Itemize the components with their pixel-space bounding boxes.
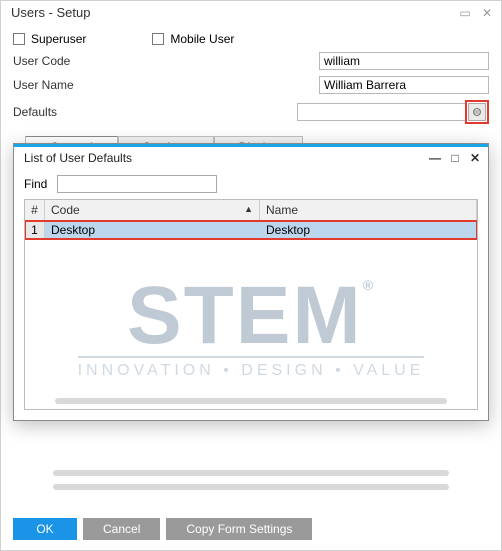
find-input[interactable] [57, 175, 217, 193]
checkbox-row: Superuser Mobile User [13, 32, 489, 46]
copy-form-settings-button[interactable]: Copy Form Settings [166, 518, 312, 540]
col-code-header[interactable]: Code ▲ [45, 200, 260, 220]
grid-header: # Code ▲ Name [25, 200, 477, 221]
usercode-label: User Code [13, 54, 133, 68]
defaults-label: Defaults [13, 105, 133, 119]
window-title: Users - Setup [11, 5, 90, 20]
defaults-grid: # Code ▲ Name 1 Desktop Desktop [24, 199, 478, 410]
usercode-row: User Code [13, 52, 489, 70]
modal-window-controls: ― □ ✕ [428, 151, 482, 165]
mobileuser-label: Mobile User [170, 32, 234, 46]
scrollbar[interactable] [53, 470, 449, 476]
username-input[interactable] [319, 76, 489, 94]
scrollbar[interactable] [55, 398, 447, 404]
modal-title: List of User Defaults [24, 151, 132, 165]
checkbox-icon [13, 33, 25, 45]
username-label: User Name [13, 78, 133, 92]
superuser-checkbox-wrap[interactable]: Superuser [13, 32, 86, 46]
col-name-header[interactable]: Name [260, 200, 477, 220]
sort-asc-icon: ▲ [244, 204, 253, 214]
find-row: Find [24, 175, 478, 193]
ok-button[interactable]: OK [13, 518, 77, 540]
maximize-icon[interactable]: □ [448, 151, 462, 165]
cancel-button[interactable]: Cancel [83, 518, 160, 540]
defaults-lookup-highlight [465, 100, 489, 124]
defaults-lookup-button[interactable] [468, 103, 486, 121]
list-icon [472, 107, 482, 117]
table-row[interactable]: 1 Desktop Desktop [25, 221, 477, 239]
usercode-input[interactable] [319, 52, 489, 70]
close-icon[interactable]: ✕ [468, 151, 482, 165]
checkbox-icon [152, 33, 164, 45]
grid-rows: 1 Desktop Desktop STEM® INNOVATION • DES… [25, 221, 477, 408]
close-icon[interactable]: ✕ [481, 6, 493, 20]
row-code-cell: Desktop [45, 221, 260, 239]
minimize-icon[interactable]: ― [428, 151, 442, 165]
users-setup-window: Users - Setup ▭ ✕ Superuser Mobile User … [1, 1, 501, 550]
defaults-input[interactable] [297, 103, 467, 121]
list-of-user-defaults-window: List of User Defaults ― □ ✕ Find # Code … [13, 143, 489, 421]
row-num-cell: 1 [25, 221, 45, 239]
defaults-row: Defaults [13, 100, 489, 124]
titlebar: Users - Setup ▭ ✕ [1, 1, 501, 22]
find-label: Find [24, 177, 47, 191]
scrollbar[interactable] [53, 484, 449, 490]
maximize-icon[interactable]: ▭ [459, 6, 471, 20]
footer: OK Cancel Copy Form Settings [1, 512, 501, 550]
watermark: STEM® INNOVATION • DESIGN • VALUE [25, 271, 477, 388]
modal-body: Find # Code ▲ Name 1 Desktop Desktop [14, 169, 488, 420]
row-name-cell: Desktop [260, 221, 477, 239]
mobileuser-checkbox-wrap[interactable]: Mobile User [152, 32, 234, 46]
col-code-header-label: Code [51, 203, 80, 217]
watermark-tagline: INNOVATION • DESIGN • VALUE [78, 356, 425, 380]
watermark-brand: STEM® [127, 279, 375, 353]
modal-titlebar: List of User Defaults ― □ ✕ [14, 147, 488, 169]
window-controls: ▭ ✕ [459, 6, 493, 20]
superuser-label: Superuser [31, 32, 86, 46]
username-row: User Name [13, 76, 489, 94]
col-num-header[interactable]: # [25, 200, 45, 220]
